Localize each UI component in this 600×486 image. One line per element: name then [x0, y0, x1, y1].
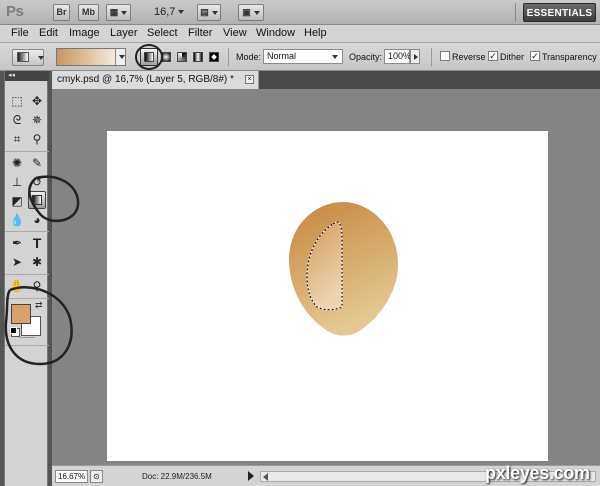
menu-bar: File Edit Image Layer Select Filter View…	[0, 25, 600, 43]
close-document-icon[interactable]: ×	[245, 75, 254, 84]
magic-wand-tool[interactable]: ✵	[28, 111, 46, 129]
reverse-checkbox[interactable]	[440, 51, 450, 61]
status-info-icon[interactable]: ⊙	[90, 470, 103, 483]
linear-gradient-button[interactable]	[140, 48, 158, 66]
menu-select[interactable]: Select	[147, 27, 178, 39]
reflected-gradient-button[interactable]	[191, 50, 205, 64]
gradient-tool[interactable]	[28, 191, 46, 209]
radial-gradient-icon	[161, 52, 171, 62]
tool-preset-picker[interactable]	[12, 49, 44, 66]
gradient-tool-preset-icon	[17, 52, 29, 62]
scroll-left-icon[interactable]	[263, 473, 268, 481]
photoshop-logo: Ps	[6, 3, 24, 20]
tools-panel-dock: ◂◂ ⬚ ✥ ᘓ ✵ ⌗ ⚲ ✺ ✎ ⊥ ↺ ◩ 💧 ◕ ✒ T ➤ ✱ ✋ ⚲…	[0, 71, 52, 486]
eraser-tool[interactable]: ◩	[8, 192, 26, 210]
egg-artwork	[289, 202, 398, 336]
custom-shape-tool[interactable]: ✱	[28, 253, 46, 271]
reverse-label: Reverse	[452, 52, 486, 62]
view-extras-icon: ▦	[109, 7, 119, 17]
mini-bridge-button[interactable]: Mb	[78, 4, 99, 21]
mode-select[interactable]: Normal	[263, 49, 343, 64]
dither-label: Dither	[500, 52, 525, 62]
bridge-button[interactable]: Br	[53, 4, 70, 21]
gradient-preview	[57, 49, 115, 65]
mode-select-value: Normal	[267, 51, 297, 61]
angle-gradient-icon	[177, 52, 187, 62]
menu-file[interactable]: File	[11, 27, 29, 39]
view-extras-button[interactable]: ▦	[106, 4, 131, 21]
type-tool[interactable]: T	[28, 234, 46, 252]
transparency-checkbox[interactable]: ✓	[530, 51, 540, 61]
gradient-tool-icon	[32, 195, 42, 205]
diamond-gradient-button[interactable]	[207, 50, 221, 64]
mode-label: Mode:	[236, 52, 262, 62]
arrange-icon: ▤	[200, 7, 209, 17]
pasteboard	[52, 89, 600, 465]
opacity-label: Opacity:	[349, 52, 383, 62]
crop-tool[interactable]: ⌗	[8, 130, 26, 148]
document-tab[interactable]: cmyk.psd @ 16,7% (Layer 5, RGB/8#) * ×	[52, 71, 259, 89]
menu-layer[interactable]: Layer	[110, 27, 138, 39]
spot-healing-tool[interactable]: ✺	[8, 154, 26, 172]
pen-tool[interactable]: ✒	[8, 234, 26, 252]
blur-tool[interactable]: 💧	[8, 211, 26, 229]
brush-tool[interactable]: ✎	[28, 154, 46, 172]
document-tab-title: cmyk.psd @ 16,7% (Layer 5, RGB/8#) *	[57, 74, 234, 85]
eyedropper-tool[interactable]: ⚲	[28, 130, 46, 148]
opacity-arrow-icon	[414, 54, 418, 60]
menu-edit[interactable]: Edit	[39, 27, 58, 39]
path-selection-tool[interactable]: ➤	[8, 253, 26, 271]
opacity-input[interactable]: 100%	[384, 49, 411, 64]
opacity-slider-button[interactable]	[410, 49, 420, 64]
menu-image[interactable]: Image	[69, 27, 100, 39]
dodge-tool[interactable]: ◕	[28, 211, 46, 229]
move-tool[interactable]: ✥	[28, 92, 46, 110]
document-window: cmyk.psd @ 16,7% (Layer 5, RGB/8#) * ×	[52, 71, 600, 465]
hand-tool[interactable]: ✋	[8, 277, 26, 295]
gradient-picker[interactable]	[56, 48, 126, 66]
menu-filter[interactable]: Filter	[188, 27, 212, 39]
status-zoom-field[interactable]: 16.67%	[55, 470, 88, 483]
history-brush-tool[interactable]: ↺	[28, 173, 46, 191]
image-canvas[interactable]	[107, 131, 548, 461]
foreground-color-swatch[interactable]	[11, 304, 31, 324]
menu-help[interactable]: Help	[304, 27, 327, 39]
reflected-gradient-icon	[193, 52, 203, 62]
options-bar: Mode: Normal Opacity: 100% Reverse ✓ Dit…	[0, 43, 600, 71]
tools-panel-header[interactable]: ◂◂	[5, 71, 49, 81]
dither-checkbox[interactable]: ✓	[488, 51, 498, 61]
marquee-tool[interactable]: ⬚	[8, 92, 26, 110]
screen-mode-icon: ▣	[242, 7, 251, 17]
transparency-label: Transparency	[542, 52, 597, 62]
default-colors-icon[interactable]	[10, 327, 17, 334]
angle-gradient-button[interactable]	[175, 50, 189, 64]
application-bar: Ps Br Mb ▦ 16,7 ▤ ▣ ESSENTIALS	[0, 0, 600, 25]
lasso-tool[interactable]: ᘓ	[8, 111, 26, 129]
gradient-dropdown-arrow[interactable]	[115, 49, 125, 65]
zoom-level-dropdown[interactable]: 16,7	[154, 6, 185, 18]
workspace-switcher[interactable]: ESSENTIALS	[523, 3, 596, 22]
menu-view[interactable]: View	[223, 27, 247, 39]
screen-mode-button[interactable]: ▣	[238, 4, 264, 21]
egg-shape	[289, 202, 398, 336]
pxleyes-watermark: pxleyes.com	[485, 463, 590, 483]
linear-gradient-icon	[144, 52, 154, 62]
zoom-tool[interactable]: ⚲	[28, 277, 46, 295]
quick-mask-button[interactable]	[19, 337, 35, 338]
radial-gradient-button[interactable]	[159, 50, 173, 64]
swap-colors-icon[interactable]: ⇄	[35, 300, 43, 311]
clone-stamp-tool[interactable]: ⊥	[8, 173, 26, 191]
tools-panel: ◂◂ ⬚ ✥ ᘓ ✵ ⌗ ⚲ ✺ ✎ ⊥ ↺ ◩ 💧 ◕ ✒ T ➤ ✱ ✋ ⚲…	[4, 71, 49, 486]
document-size-info: Doc: 22.9M/236.5M	[142, 472, 212, 481]
diamond-gradient-icon	[209, 52, 219, 62]
arrange-documents-button[interactable]: ▤	[197, 4, 221, 21]
menu-window[interactable]: Window	[256, 27, 295, 39]
status-menu-arrow-icon[interactable]	[248, 471, 254, 481]
zoom-level-value: 16,7	[154, 6, 176, 18]
